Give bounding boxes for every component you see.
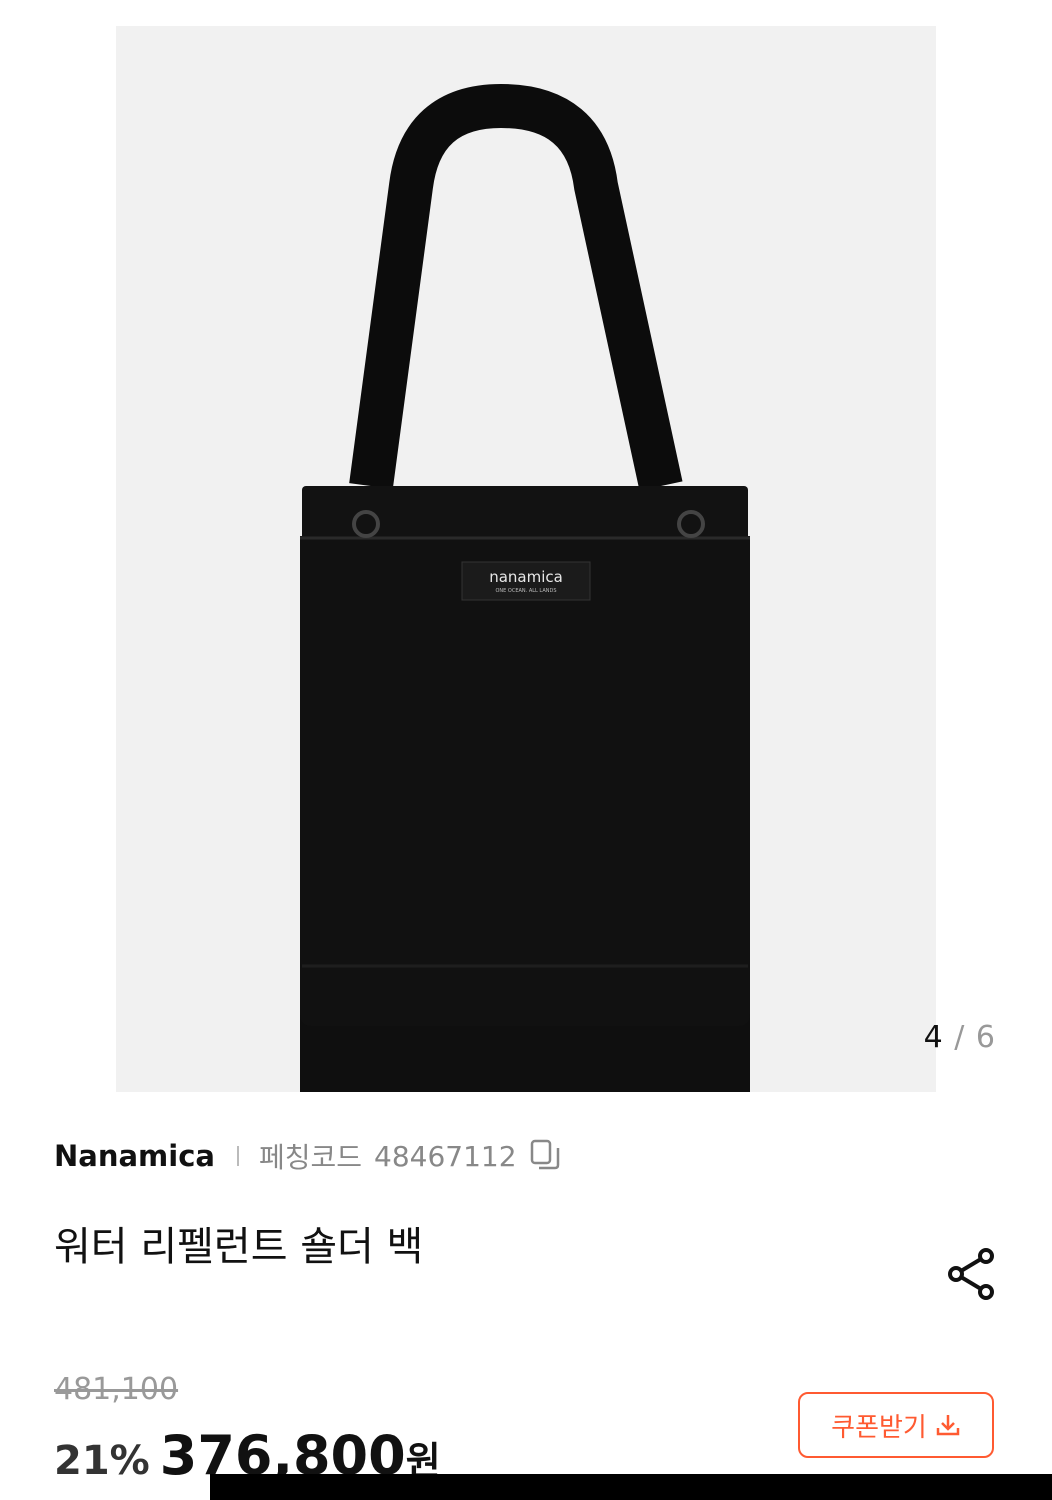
brand-divider [236, 1146, 239, 1166]
product-image-gallery[interactable]: nanamica ONE OCEAN. ALL LANDS [116, 26, 936, 1092]
product-title: 워터 리펠런트 숄더 백 [54, 1224, 424, 1270]
share-icon[interactable] [944, 1246, 1000, 1302]
copy-icon[interactable] [529, 1138, 561, 1174]
bottom-bar [210, 1474, 1052, 1500]
bag-label-subtext: ONE OCEAN. ALL LANDS [495, 588, 556, 594]
download-icon [936, 1415, 960, 1436]
discount-rate: 21% [54, 1438, 150, 1484]
bag-label-text: nanamica [489, 568, 563, 586]
brand-row: Nanamica 페칭코드 48467112 [54, 1134, 561, 1178]
coupon-button[interactable]: 쿠폰받기 [798, 1392, 994, 1458]
image-counter-current: 4 [923, 1020, 944, 1055]
image-counter: 4 / 6 [924, 1020, 996, 1055]
product-code-value: 48467112 [374, 1139, 517, 1173]
original-price: 481,100 [54, 1372, 179, 1407]
product-code-label: 페칭코드 [258, 1141, 363, 1174]
product-image: nanamica ONE OCEAN. ALL LANDS [300, 84, 750, 1092]
brand-name[interactable]: Nanamica [54, 1139, 215, 1173]
image-counter-total: 6 [975, 1020, 996, 1055]
image-counter-separator: / [954, 1020, 966, 1055]
coupon-button-label: 쿠폰받기 [831, 1412, 927, 1443]
